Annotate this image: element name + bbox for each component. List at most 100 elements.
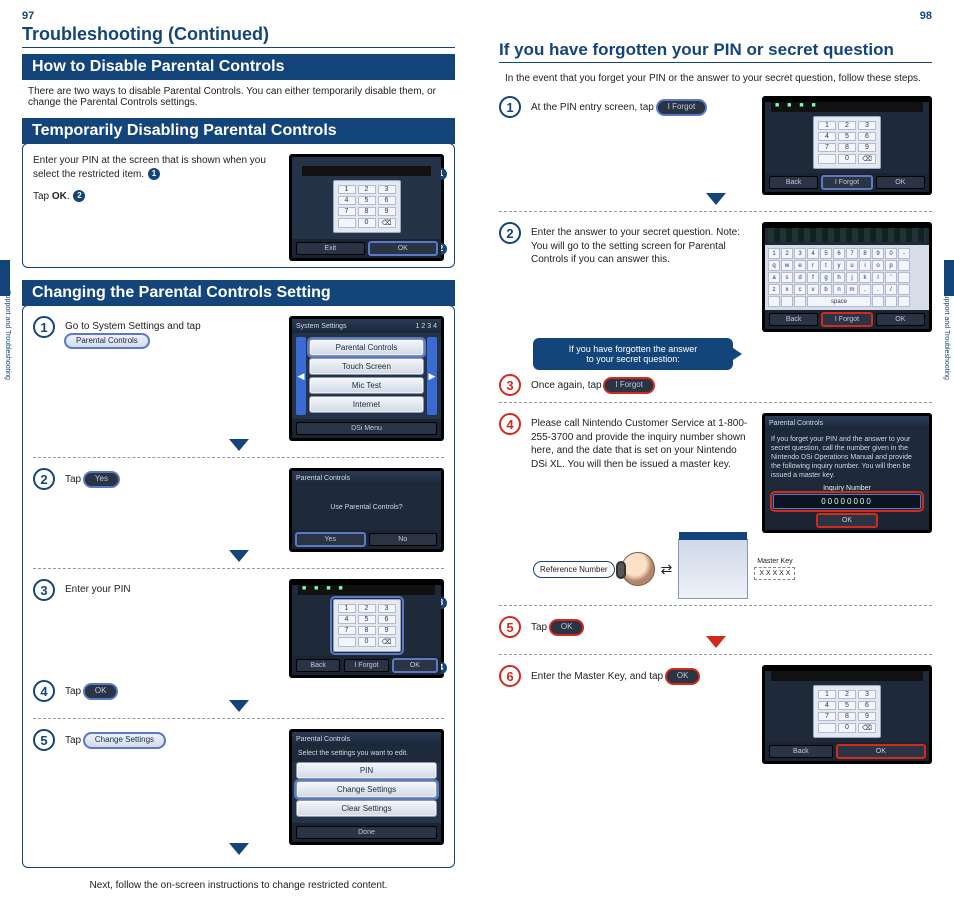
ds-exit-button: Exit (296, 242, 365, 255)
heading-how-to-disable: How to Disable Parental Controls (22, 54, 455, 80)
ds-sys-pages: 1 2 3 4 (416, 323, 437, 330)
arrow-down-icon (706, 193, 726, 205)
step2-text: Tap (65, 474, 81, 485)
keypad: 1234567890⌫ (333, 180, 401, 233)
ds-pc-title-2: Parental Controls (296, 736, 350, 743)
ds-opt-change: Change Settings (296, 781, 437, 798)
title-troubleshooting: Troubleshooting (Continued) (22, 24, 455, 48)
ds-ok-r2: OK (876, 313, 925, 326)
screenshot-r-keyboard: 1234567890- qwertyuiop asdfghjkl' zxcvbn… (762, 222, 932, 332)
heading-temp-disable: Temporarily Disabling Parental Controls (22, 118, 455, 144)
ds-ok-r4: OK (817, 514, 877, 527)
ds-no-button: No (369, 533, 438, 546)
ds-yes-button: Yes (296, 533, 365, 546)
qwerty-keyboard: 1234567890- qwertyuiop asdfghjkl' zxcvbn… (765, 245, 929, 310)
r-step5-text: Tap (531, 623, 547, 634)
pill-iforgot-red: I Forgot (604, 378, 654, 393)
blue-note-forgotten-answer: If you have forgotten the answer to your… (533, 338, 733, 370)
r-step1-text: At the PIN entry screen, tap (531, 102, 654, 113)
screenshot-r-inquiry: Parental Controls If you forget your PIN… (762, 413, 932, 533)
ds-menu-parental: Parental Controls (309, 339, 424, 356)
arrow-down-icon (229, 439, 249, 451)
step4-number: 4 (33, 680, 55, 702)
ds-back-r6: Back (769, 745, 833, 758)
box-change-settings: 1 Go to System Settings and tap Parental… (22, 305, 455, 868)
pin-display (302, 166, 431, 176)
ds-pc-question: Use Parental Controls? (292, 485, 441, 530)
ds-pc-title-1: Parental Controls (296, 475, 350, 482)
screenshot-system-settings: System Settings1 2 3 4 ◀ Parental Contro… (289, 316, 444, 441)
ds-sys-title: System Settings (296, 323, 347, 330)
master-key-mask: X X X X X (754, 567, 795, 580)
page-number-right: 98 (920, 10, 932, 22)
ds-back-r1: Back (769, 176, 818, 189)
divider (499, 402, 932, 403)
screenshot-temp-pin: 1 2 1234567890⌫ Exit OK (289, 154, 444, 261)
arrow-right-icon: ▶ (427, 337, 437, 415)
step3-text: Enter your PIN (65, 584, 131, 595)
ref-number-bubble: Reference Number (533, 561, 615, 578)
ds-menu-internet: Internet (309, 396, 424, 413)
page-number-left: 97 (22, 10, 34, 22)
arrow-down-icon (229, 550, 249, 562)
screenshot-pin-entry: ■ ■ ■ ■ 1234567890⌫ Back I Forgot OK (289, 579, 444, 678)
divider (499, 654, 932, 655)
divider (499, 605, 932, 606)
master-key-label: Master Key (754, 558, 795, 565)
ds-iforgot-r2: I Forgot (822, 313, 871, 326)
pill-parental-controls: Parental Controls (65, 334, 149, 349)
ds-opt-clear: Clear Settings (296, 800, 437, 817)
ds-back-r2: Back (769, 313, 818, 326)
intro-forgot-pin: In the event that you forget your PIN or… (505, 73, 932, 84)
keypad-2: 1234567890⌫ (333, 599, 401, 652)
divider (33, 568, 444, 569)
ds-inquiry-label: Inquiry Number (765, 485, 929, 492)
page-left: 97 Troubleshooting (Continued) How to Di… (0, 0, 477, 911)
screenshot-pc-options: Parental Controls Select the settings yo… (289, 729, 444, 845)
step1-text: Go to System Settings and tap (65, 321, 201, 332)
arrow-down-icon (229, 843, 249, 855)
screenshot-use-pc: Parental Controls Use Parental Controls?… (289, 468, 444, 552)
bullet-2-icon: 2 (73, 190, 85, 202)
step5-text: Tap (65, 735, 81, 746)
keypad-r6: 1234567890⌫ (813, 685, 881, 738)
ds-iforgot-button: I Forgot (344, 659, 388, 672)
heading-change-settings: Changing the Parental Controls Setting (22, 280, 455, 306)
ds-pc-title-r: Parental Controls (769, 420, 823, 427)
ds-iforgot-r1: I Forgot (822, 176, 871, 189)
phone-icon (616, 561, 626, 579)
ds-ok-r1: OK (876, 176, 925, 189)
ds-done-button: Done (296, 826, 437, 839)
divider (499, 211, 932, 212)
temp-tap-ok: OK (52, 191, 67, 202)
intro-how-to-disable: There are two ways to disable Parental C… (28, 86, 455, 108)
step4-text: Tap (65, 686, 81, 697)
bullet-1-icon: 1 (148, 168, 160, 180)
step5-number: 5 (33, 729, 55, 751)
pill-change-settings: Change Settings (84, 733, 165, 748)
step2-number: 2 (33, 468, 55, 490)
r-step5-number: 5 (499, 616, 521, 638)
ds-inquiry-number: 00000000 (773, 494, 921, 509)
ds-dsimenu-button: DSi Menu (296, 422, 437, 435)
divider (33, 457, 444, 458)
r-step3-text: Once again, tap (531, 380, 602, 391)
r-step3-number: 3 (499, 374, 521, 396)
screenshot-r-masterkey: 1234567890⌫ Back OK (762, 665, 932, 764)
ds-opt-pin: PIN (296, 762, 437, 779)
pill-ok-red: OK (550, 620, 584, 635)
secret-answer-field (768, 228, 926, 242)
pill-iforgot: I Forgot (657, 100, 707, 115)
blue-note-l2: to your secret question: (543, 354, 723, 364)
r-step2-number: 2 (499, 222, 521, 244)
pin-display-2: ■ ■ ■ ■ (298, 585, 435, 595)
blue-note-l1: If you have forgotten the answer (543, 344, 723, 354)
pin-display-r6 (771, 671, 923, 681)
divider (33, 718, 444, 719)
r-step1-number: 1 (499, 96, 521, 118)
ds-menu-mic: Mic Test (309, 377, 424, 394)
page-right: 98 If you have forgotten your PIN or sec… (477, 0, 954, 911)
pill-ok-red-2: OK (666, 669, 700, 684)
step3-number: 3 (33, 579, 55, 601)
keypad-r1: 1234567890⌫ (813, 116, 881, 169)
